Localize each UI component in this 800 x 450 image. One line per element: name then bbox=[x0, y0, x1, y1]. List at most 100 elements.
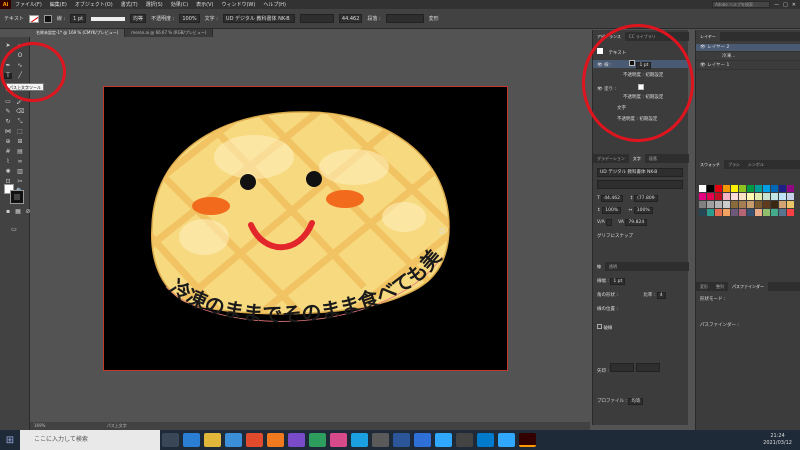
menu-view[interactable]: 表示(V) bbox=[192, 1, 217, 8]
stroke-weight-dropdown[interactable]: 1 pt bbox=[70, 14, 87, 23]
swatch[interactable] bbox=[771, 201, 778, 208]
swatch[interactable] bbox=[755, 201, 762, 208]
layer1-eye-icon[interactable]: 👁 bbox=[700, 63, 706, 68]
character-style-dropdown[interactable] bbox=[597, 180, 683, 189]
tab-document-1[interactable]: 名称未設定-1* @ 169 % (CMYK/プレビュー) bbox=[30, 29, 126, 37]
tab-transparency[interactable]: 透明 bbox=[605, 262, 621, 271]
swatch-grid[interactable] bbox=[699, 185, 794, 216]
rectangle-tool-icon[interactable]: ▭ bbox=[4, 99, 12, 105]
character-size-field[interactable]: 44.462 bbox=[601, 195, 623, 202]
mesh-tool-icon[interactable]: # bbox=[4, 149, 12, 155]
menu-window[interactable]: ウィンドウ(W) bbox=[217, 1, 259, 8]
swatch[interactable] bbox=[739, 193, 746, 200]
arrow-start-dropdown[interactable] bbox=[610, 363, 635, 372]
swatch[interactable] bbox=[731, 185, 738, 192]
firefox-icon[interactable] bbox=[267, 433, 284, 447]
vertical-scale-field[interactable]: 100% bbox=[602, 207, 622, 214]
swatch[interactable] bbox=[763, 185, 770, 192]
eyedropper-tool-icon[interactable]: ⌇ bbox=[4, 159, 12, 165]
font-size-field[interactable]: 44.462 bbox=[338, 14, 363, 23]
character-font-dropdown[interactable]: UD デジタル 教科書体 NK-B bbox=[597, 168, 683, 177]
system-clock[interactable]: 21:24 2021/03/12 bbox=[763, 433, 800, 447]
tab-layers[interactable]: レイヤー bbox=[696, 32, 720, 41]
chrome-icon[interactable] bbox=[246, 433, 263, 447]
swatch[interactable] bbox=[747, 185, 754, 192]
close-icon[interactable]: ✕ bbox=[792, 2, 796, 8]
app-icon-2[interactable] bbox=[309, 433, 326, 447]
swatch[interactable] bbox=[747, 209, 754, 216]
font-family-dropdown[interactable]: UD デジタル 教科書体 NK-B bbox=[222, 14, 295, 23]
free-transform-tool-icon[interactable]: ⬚ bbox=[16, 129, 24, 135]
help-search-input[interactable]: Adobe ヘルプを検索 bbox=[712, 1, 771, 8]
layer-row-1[interactable]: 👁 レイヤー 1 bbox=[696, 62, 800, 70]
kerning-field[interactable] bbox=[606, 219, 613, 226]
tab-swatches[interactable]: スウォッチ bbox=[696, 160, 724, 169]
tab-align[interactable]: 整列 bbox=[712, 282, 728, 291]
app-icon-7[interactable] bbox=[456, 433, 473, 447]
opacity-field[interactable]: 100% bbox=[179, 14, 200, 23]
artboard[interactable]: 冷凍のままでそのまま食べても美味しいよ♪ bbox=[103, 86, 508, 371]
swatch[interactable] bbox=[715, 201, 722, 208]
transform-label[interactable]: 変形 bbox=[429, 15, 439, 22]
swatch[interactable] bbox=[779, 201, 786, 208]
minimize-icon[interactable]: — bbox=[774, 2, 779, 8]
tab-transform[interactable]: 変形 bbox=[696, 282, 712, 291]
app-icon-3[interactable] bbox=[330, 433, 347, 447]
arrow-end-dropdown[interactable] bbox=[635, 363, 660, 372]
tab-pathfinder[interactable]: パスファインダー bbox=[728, 282, 768, 291]
swatch[interactable] bbox=[723, 185, 730, 192]
app-icon-6[interactable] bbox=[414, 433, 431, 447]
photoshop-icon[interactable] bbox=[435, 433, 452, 447]
swatch[interactable] bbox=[739, 201, 746, 208]
photoshop-icon-2[interactable] bbox=[498, 433, 515, 447]
character-label[interactable]: 文字 : bbox=[205, 15, 218, 22]
tab-gradient[interactable]: グラデーション bbox=[593, 154, 629, 163]
app-icon-1[interactable] bbox=[288, 433, 305, 447]
swatch[interactable] bbox=[763, 209, 770, 216]
vscode-icon[interactable] bbox=[477, 433, 494, 447]
screen-mode-icon[interactable]: ▭ bbox=[10, 227, 18, 233]
limit-field[interactable]: 4 bbox=[656, 292, 666, 299]
layer-row-text[interactable]: 冷凍… bbox=[696, 53, 800, 61]
swatch[interactable] bbox=[787, 209, 794, 216]
swatch[interactable] bbox=[787, 185, 794, 192]
symbol-sprayer-tool-icon[interactable]: ✺ bbox=[4, 169, 12, 175]
swatch[interactable] bbox=[755, 209, 762, 216]
menu-type[interactable]: 書式(T) bbox=[117, 1, 142, 8]
task-view-icon[interactable] bbox=[162, 433, 179, 447]
swatch[interactable] bbox=[723, 193, 730, 200]
gradient-tool-icon[interactable]: ▤ bbox=[16, 149, 24, 155]
swatch[interactable] bbox=[739, 185, 746, 192]
shape-builder-tool-icon[interactable]: ⊕ bbox=[4, 139, 12, 145]
dash-checkbox[interactable] bbox=[597, 324, 602, 329]
perspective-grid-tool-icon[interactable]: ⊞ bbox=[16, 139, 24, 145]
fill-swatch-none-icon[interactable] bbox=[28, 14, 39, 23]
scale-tool-icon[interactable]: ⤡ bbox=[16, 119, 24, 125]
rotate-tool-icon[interactable]: ↻ bbox=[4, 119, 12, 125]
swatch[interactable] bbox=[779, 193, 786, 200]
swatch[interactable] bbox=[771, 185, 778, 192]
stroke-profile-preview[interactable] bbox=[91, 16, 126, 21]
app-icon-5[interactable] bbox=[372, 433, 389, 447]
swatch[interactable] bbox=[699, 193, 706, 200]
maximize-icon[interactable]: □ bbox=[783, 2, 788, 8]
swatch[interactable] bbox=[707, 193, 714, 200]
swatch[interactable] bbox=[771, 193, 778, 200]
layer-eye-icon[interactable]: 👁 bbox=[700, 45, 706, 50]
swatch[interactable] bbox=[699, 209, 706, 216]
stroke-swatch-icon[interactable] bbox=[43, 14, 52, 23]
paragraph-label[interactable]: 段落 : bbox=[367, 15, 380, 22]
menu-object[interactable]: オブジェクト(O) bbox=[71, 1, 117, 8]
tab-symbols[interactable]: シンボル bbox=[744, 160, 768, 169]
shaper-tool-icon[interactable]: ✎ bbox=[4, 109, 12, 115]
swatch[interactable] bbox=[787, 201, 794, 208]
swatch[interactable] bbox=[715, 185, 722, 192]
swatch[interactable] bbox=[731, 193, 738, 200]
swatch[interactable] bbox=[723, 209, 730, 216]
swatch[interactable] bbox=[707, 201, 714, 208]
swatch[interactable] bbox=[699, 201, 706, 208]
zoom-level[interactable]: 169% bbox=[34, 423, 45, 428]
edge-icon[interactable] bbox=[183, 433, 200, 447]
swatch[interactable] bbox=[763, 193, 770, 200]
swatch[interactable] bbox=[779, 185, 786, 192]
